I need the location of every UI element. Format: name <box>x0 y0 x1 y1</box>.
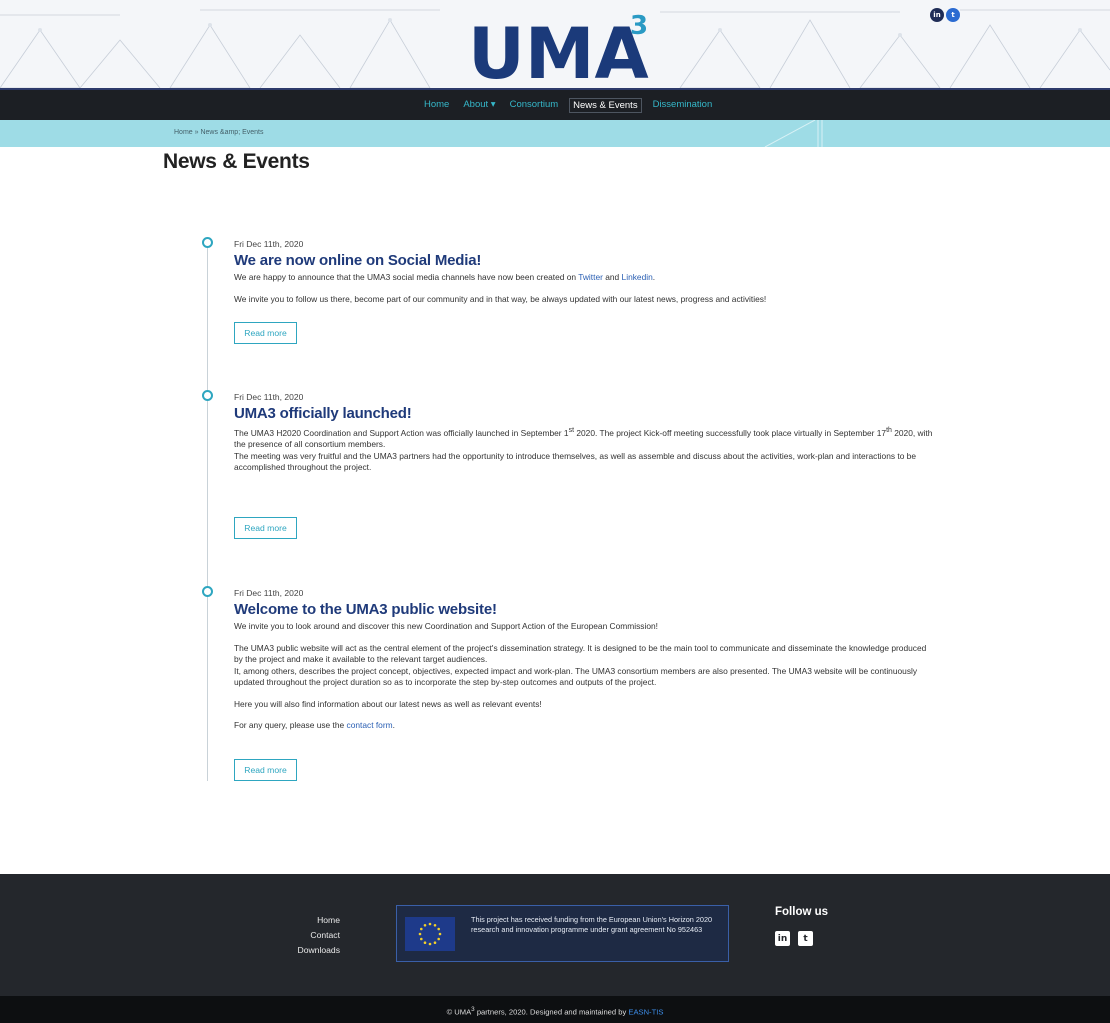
page-title: News & Events <box>163 150 310 173</box>
footer-links: Home Contact Downloads <box>292 913 340 958</box>
eu-flag-icon <box>405 917 455 951</box>
post-date: Fri Dec 11th, 2020 <box>234 588 304 598</box>
read-more-button[interactable]: Read more <box>234 759 297 781</box>
linkedin-icon[interactable]: in <box>775 931 790 946</box>
timeline-dot <box>202 390 213 401</box>
nav-news-events[interactable]: News & Events <box>569 98 642 113</box>
twitter-icon[interactable]: t <box>946 8 960 22</box>
read-more-button[interactable]: Read more <box>234 322 297 344</box>
news-post: Fri Dec 11th, 2020 We are now online on … <box>234 239 934 305</box>
easn-tis-link[interactable]: EASN-TIS <box>628 1008 663 1017</box>
post-date: Fri Dec 11th, 2020 <box>234 392 304 402</box>
linkedin-link[interactable]: Linkedin <box>622 272 653 282</box>
post-paragraph: We invite you to look around and discove… <box>234 621 658 631</box>
follow-icons: in t <box>775 931 813 946</box>
logo-text: UMA <box>468 13 649 84</box>
nav-consortium[interactable]: Consortium <box>507 98 562 113</box>
post-paragraph: The UMA3 H2020 Coordination and Support … <box>234 427 933 450</box>
post-paragraph: The meeting was very fruitful and the UM… <box>234 450 916 473</box>
nav-home[interactable]: Home <box>421 98 452 113</box>
post-paragraph: It, among others, describes the project … <box>234 665 918 688</box>
news-post: Fri Dec 11th, 2020 Welcome to the UMA3 p… <box>234 588 934 732</box>
nav-dissemination[interactable]: Dissemination <box>650 98 716 113</box>
timeline-line <box>207 246 208 781</box>
footer: Home Contact Downloads This project has … <box>0 874 1110 996</box>
post-paragraph: For any query, please use the contact fo… <box>234 720 395 730</box>
contact-form-link[interactable]: contact form <box>347 720 393 730</box>
linkedin-icon[interactable]: in <box>930 8 944 22</box>
header-banner: UMA 3 in t <box>0 0 1110 88</box>
nav-about[interactable]: About ▾ <box>460 98 498 113</box>
eu-funding-text: This project has received funding from t… <box>471 915 713 934</box>
post-title[interactable]: Welcome to the UMA3 public website! <box>234 601 934 618</box>
header-social: in t <box>930 8 960 22</box>
follow-us-title: Follow us <box>775 906 829 918</box>
footer-link-home[interactable]: Home <box>292 913 340 928</box>
post-date: Fri Dec 11th, 2020 <box>234 239 304 249</box>
read-more-button[interactable]: Read more <box>234 517 297 539</box>
timeline-dot <box>202 586 213 597</box>
footer-link-downloads[interactable]: Downloads <box>292 943 340 958</box>
uma3-logo[interactable]: UMA 3 <box>462 4 662 84</box>
post-paragraph: We invite you to follow us there, become… <box>234 293 767 304</box>
breadcrumb-text[interactable]: Home » News &amp; Events <box>174 129 263 136</box>
eu-funding-box: This project has received funding from t… <box>396 905 729 962</box>
news-post: Fri Dec 11th, 2020 UMA3 officially launc… <box>234 392 934 474</box>
copyright-bar: © UMA3 partners, 2020. Designed and main… <box>0 996 1110 1023</box>
post-paragraph: The UMA3 public website will act as the … <box>234 642 927 665</box>
breadcrumb-decoration <box>764 120 823 147</box>
timeline-dot <box>202 237 213 248</box>
footer-link-contact[interactable]: Contact <box>292 928 340 943</box>
logo-superscript: 3 <box>630 11 648 41</box>
main-nav: Home About ▾ Consortium News & Events Di… <box>0 88 1110 120</box>
post-title[interactable]: We are now online on Social Media! <box>234 252 934 269</box>
breadcrumb: Home » News &amp; Events <box>0 120 1110 147</box>
post-paragraph: We are happy to announce that the UMA3 s… <box>234 272 656 282</box>
post-paragraph: Here you will also find information abou… <box>234 698 542 709</box>
post-title[interactable]: UMA3 officially launched! <box>234 405 934 422</box>
twitter-icon[interactable]: t <box>798 931 813 946</box>
twitter-link[interactable]: Twitter <box>578 272 603 282</box>
